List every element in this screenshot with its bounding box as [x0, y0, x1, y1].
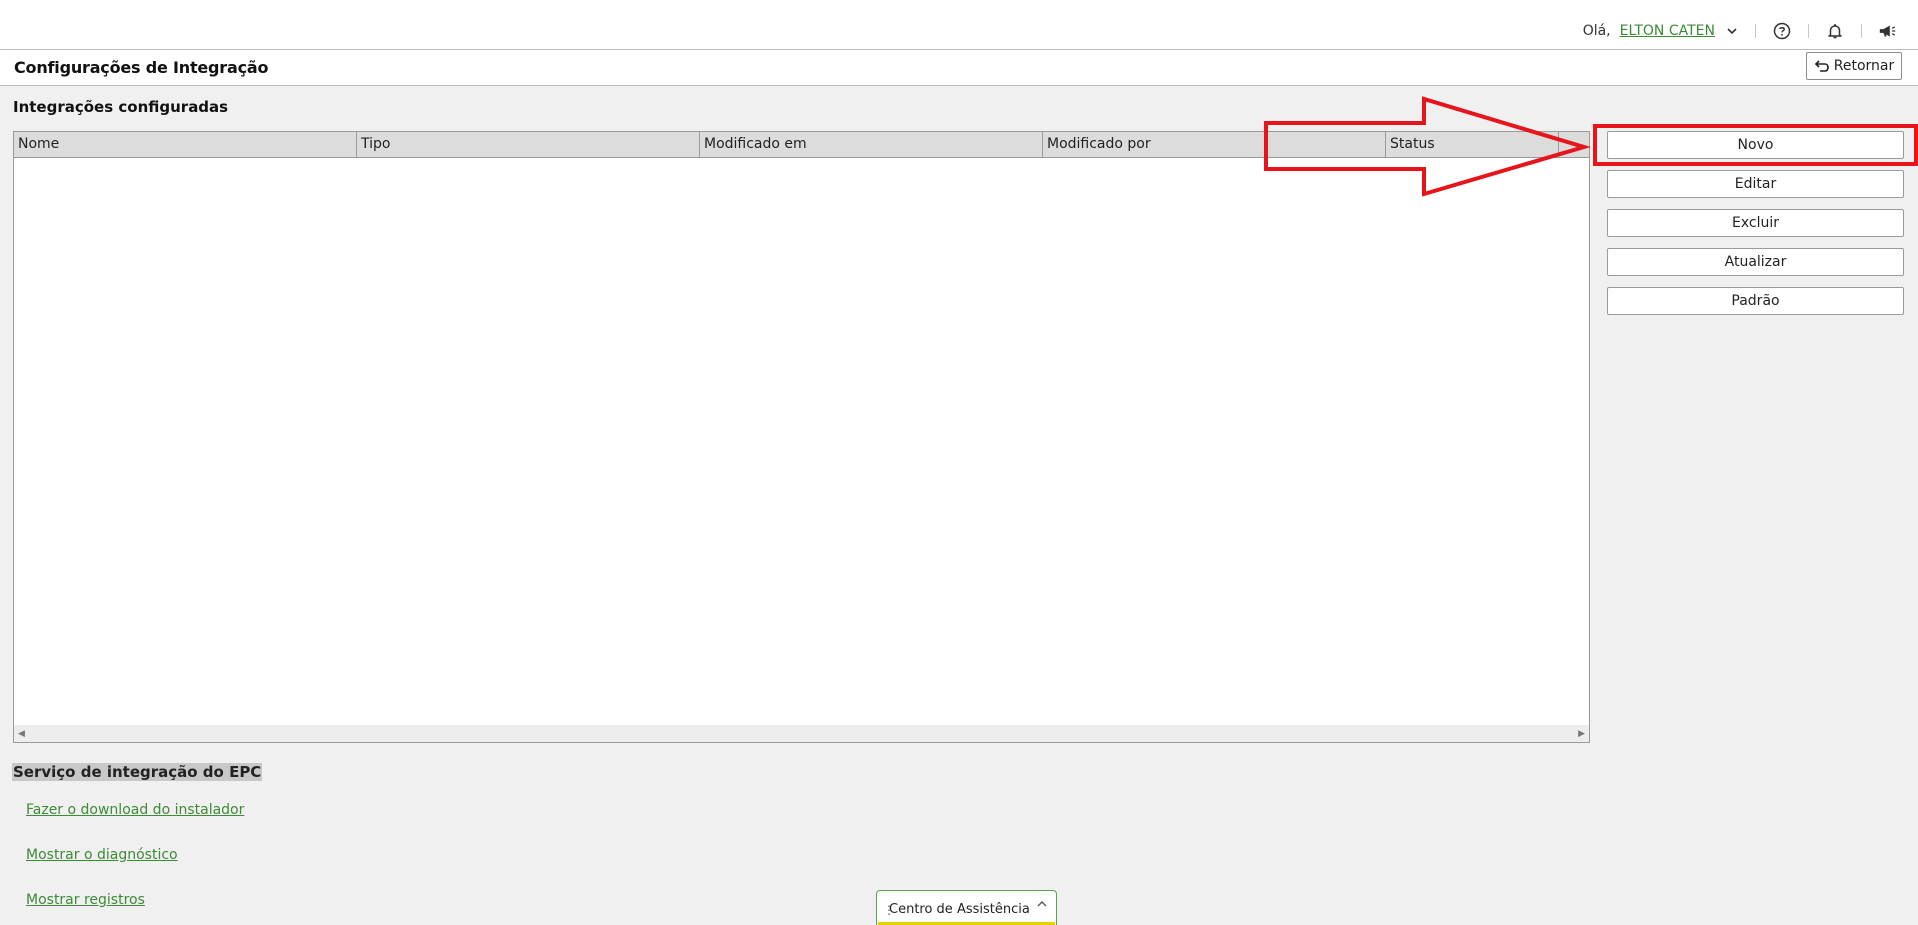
column-header-status[interactable]: Status	[1386, 132, 1559, 157]
bell-icon[interactable]	[1825, 21, 1845, 41]
user-name-link[interactable]: ELTON CATEN	[1620, 23, 1715, 39]
page-title: Configurações de Integração	[14, 58, 269, 77]
integrations-table: Nome Tipo Modificado em Modificado por S…	[13, 131, 1590, 743]
return-icon	[1814, 60, 1829, 72]
table-header: Nome Tipo Modificado em Modificado por S…	[14, 132, 1589, 158]
megaphone-icon[interactable]	[1878, 21, 1898, 41]
column-header-filler	[1559, 132, 1589, 157]
assistance-center-tab[interactable]: ⋮ Centro de Assistência	[876, 890, 1057, 925]
column-header-modificado-por[interactable]: Modificado por	[1043, 132, 1386, 157]
user-area: Olá, ELTON CATEN	[1583, 20, 1898, 42]
divider	[1755, 24, 1756, 38]
delete-button[interactable]: Excluir	[1607, 209, 1904, 237]
horizontal-scrollbar[interactable]: ◀ ▶	[14, 725, 1589, 742]
refresh-button[interactable]: Atualizar	[1607, 248, 1904, 276]
chevron-up-icon[interactable]	[1036, 895, 1048, 907]
top-bar: Olá, ELTON CATEN	[0, 0, 1918, 50]
chevron-down-icon[interactable]	[1725, 24, 1739, 38]
show-diagnostics-link[interactable]: Mostrar o diagnóstico	[26, 847, 178, 863]
edit-button[interactable]: Editar	[1607, 170, 1904, 198]
divider	[1808, 24, 1809, 38]
table-body	[14, 158, 1589, 725]
epc-service-title: Serviço de integração do EPC	[12, 763, 263, 781]
show-logs-link[interactable]: Mostrar registros	[26, 892, 145, 908]
scroll-left-icon[interactable]: ◀	[18, 729, 25, 739]
column-header-modificado-em[interactable]: Modificado em	[700, 132, 1043, 157]
section-title: Integrações configuradas	[13, 98, 229, 116]
greeting-text: Olá,	[1582, 23, 1611, 39]
column-header-tipo[interactable]: Tipo	[357, 132, 700, 157]
new-button[interactable]: Novo	[1607, 131, 1904, 159]
divider	[1861, 24, 1862, 38]
default-button[interactable]: Padrão	[1607, 287, 1904, 315]
return-label: Retornar	[1833, 58, 1895, 74]
download-installer-link[interactable]: Fazer o download do instalador	[26, 802, 244, 818]
assistance-center-label: Centro de Assistência	[889, 902, 1030, 917]
return-button[interactable]: Retornar	[1806, 52, 1902, 80]
scroll-right-icon[interactable]: ▶	[1578, 729, 1585, 739]
page-header: Configurações de Integração Retornar	[0, 50, 1918, 86]
help-icon[interactable]	[1772, 21, 1792, 41]
column-header-nome[interactable]: Nome	[14, 132, 357, 157]
